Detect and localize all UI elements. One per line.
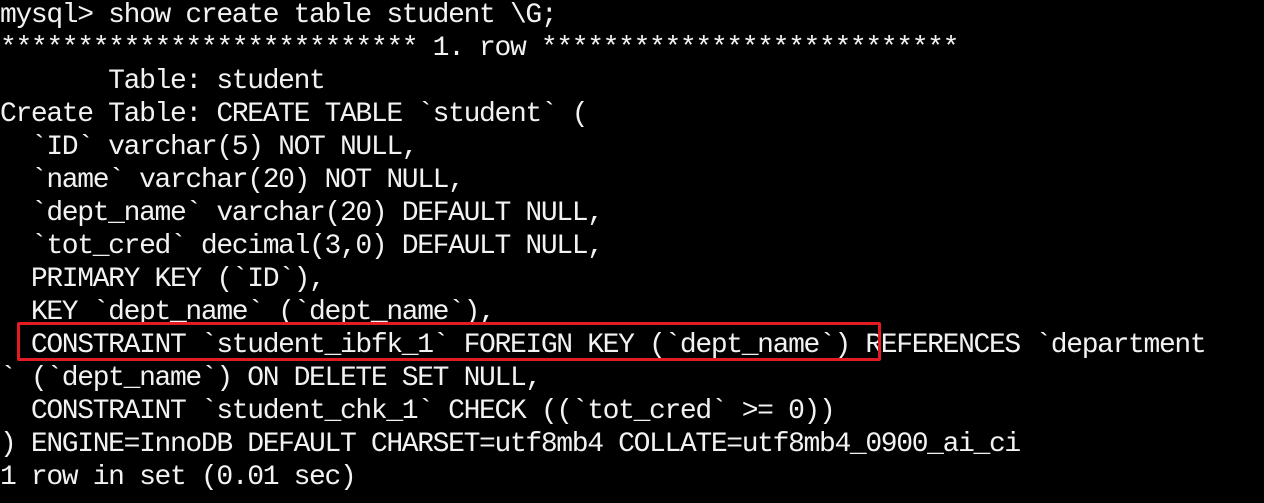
terminal-line-on-delete: ` (`dept_name`) ON DELETE SET NULL, [0, 363, 542, 394]
terminal-line-engine: ) ENGINE=InnoDB DEFAULT CHARSET=utf8mb4 … [0, 429, 1021, 460]
terminal-line-prompt: mysql> show create table student \G; [0, 0, 558, 31]
terminal-line-create-table: Create Table: CREATE TABLE `student` ( [0, 99, 589, 130]
terminal-window[interactable]: mysql> show create table student \G; ***… [0, 0, 1264, 503]
terminal-line-check-constraint: CONSTRAINT `student_chk_1` CHECK ((`tot_… [0, 396, 836, 427]
terminal-line-result-summary: 1 row in set (0.01 sec) [0, 462, 357, 493]
terminal-line-foreign-key-constraint: CONSTRAINT `student_ibfk_1` FOREIGN KEY … [0, 329, 1207, 362]
constraint-indent [0, 330, 31, 361]
terminal-line-column-tot-cred: `tot_cred` decimal(3,0) DEFAULT NULL, [0, 231, 604, 262]
highlighted-foreign-key-text: CONSTRAINT `student_ibfk_1` FOREIGN KEY … [30, 330, 851, 361]
terminal-line-column-dept-name: `dept_name` varchar(20) DEFAULT NULL, [0, 198, 604, 229]
terminal-line-primary-key: PRIMARY KEY (`ID`), [0, 264, 326, 295]
terminal-line-table-name: Table: student [0, 66, 326, 97]
terminal-line-column-name: `name` varchar(20) NOT NULL, [0, 165, 465, 196]
references-text: REFERENCES `department [849, 330, 1206, 361]
terminal-line-column-id: `ID` varchar(5) NOT NULL, [0, 132, 419, 163]
terminal-line-key-dept-name: KEY `dept_name` (`dept_name`), [0, 297, 496, 328]
terminal-line-row-separator: *************************** 1. row *****… [0, 33, 959, 64]
